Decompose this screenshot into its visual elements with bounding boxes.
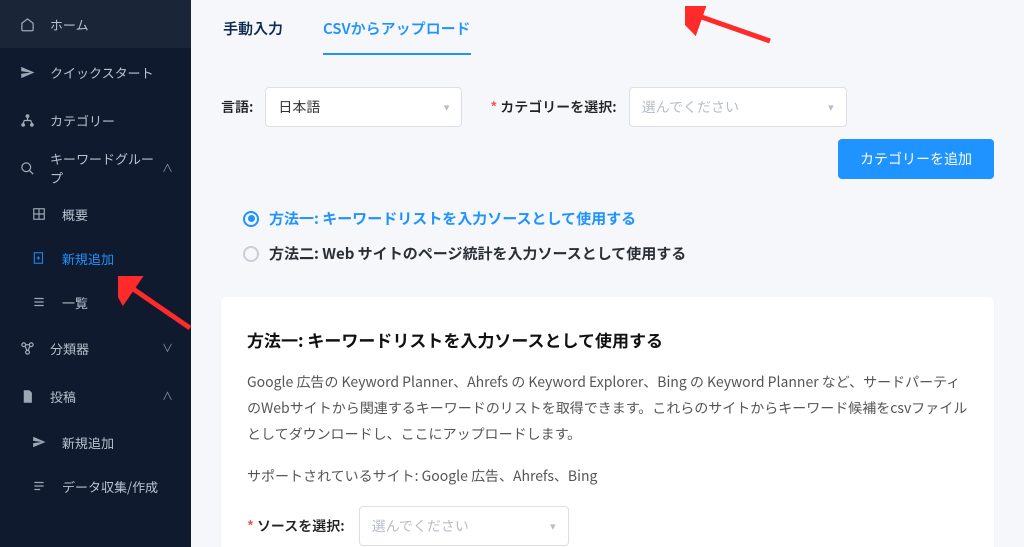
- language-select[interactable]: 日本語 ▾: [265, 87, 462, 127]
- sitemap-icon: [18, 113, 36, 128]
- sidebar-label-home: ホーム: [50, 15, 173, 34]
- sidebar-item-category[interactable]: カテゴリー: [0, 96, 191, 144]
- source-label: *ソースを選択:: [247, 516, 345, 536]
- radio-method-two[interactable]: 方法二: Web サイトのページ統計を入力ソースとして使用する: [243, 236, 972, 271]
- sidebar-label-quickstart: クイックスタート: [50, 63, 173, 82]
- source-select[interactable]: 選んでください ▾: [359, 506, 569, 546]
- sidebar-item-new[interactable]: 新規追加: [0, 236, 191, 280]
- sidebar-label-post-collect: データ収集/作成: [62, 477, 173, 496]
- chevron-up-icon: ∧: [162, 160, 173, 176]
- chevron-down-icon: ▾: [444, 99, 450, 115]
- paper-plane-icon: [30, 435, 48, 449]
- language-label: 言語:: [221, 97, 253, 117]
- sidebar-item-home[interactable]: ホーム: [0, 0, 191, 48]
- sidebar-item-keyword-group[interactable]: キーワードグループ ∧: [0, 144, 191, 192]
- sidebar-label-new: 新規追加: [62, 249, 173, 268]
- panel-supported: サポートされているサイト: Google 広告、Ahrefs、Bing: [247, 464, 968, 490]
- sidebar-item-post[interactable]: 投稿 ∧: [0, 372, 191, 420]
- category-label: *カテゴリーを選択:: [490, 97, 616, 117]
- home-icon: [18, 17, 36, 32]
- molecule-icon: [18, 341, 36, 356]
- source-placeholder: 選んでください: [372, 516, 469, 536]
- radio-method-one[interactable]: 方法一: キーワードリストを入力ソースとして使用する: [243, 201, 972, 236]
- sidebar-item-post-new[interactable]: 新規追加: [0, 420, 191, 464]
- panel-description: Google 広告の Keyword Planner、Ahrefs の Keyw…: [247, 370, 968, 448]
- annotation-arrow: [685, 6, 775, 46]
- plus-file-icon: [30, 251, 48, 265]
- sidebar-label-classifier: 分類器: [50, 339, 162, 358]
- chevron-up-icon: ∧: [162, 388, 173, 404]
- list-icon: [30, 295, 48, 309]
- sidebar-label-category: カテゴリー: [50, 111, 173, 130]
- sidebar-item-post-collect[interactable]: データ収集/作成: [0, 464, 191, 508]
- language-value: 日本語: [278, 97, 320, 117]
- sidebar-label-post-new: 新規追加: [62, 433, 173, 452]
- document-icon: [18, 389, 36, 404]
- sidebar-label-overview: 概要: [62, 205, 173, 224]
- lines-icon: [30, 479, 48, 493]
- category-select[interactable]: 選んでください ▾: [629, 87, 847, 127]
- category-placeholder: 選んでください: [642, 97, 739, 117]
- chevron-down-icon: ∨: [162, 340, 173, 356]
- search-icon: [18, 161, 36, 176]
- chevron-down-icon: ▾: [550, 518, 556, 534]
- sidebar-item-quickstart[interactable]: クイックスタート: [0, 48, 191, 96]
- sidebar-label-keyword-group: キーワードグループ: [50, 149, 162, 187]
- method-panel: 方法一: キーワードリストを入力ソースとして使用する Google 広告の Ke…: [221, 297, 994, 547]
- annotation-arrow: [118, 276, 198, 336]
- radio-selected-icon: [243, 211, 259, 227]
- chevron-down-icon: ▾: [828, 99, 834, 115]
- add-category-button[interactable]: カテゴリーを追加: [838, 139, 994, 179]
- paper-plane-icon: [18, 65, 36, 80]
- panel-title: 方法一: キーワードリストを入力ソースとして使用する: [247, 327, 968, 352]
- sidebar-item-overview[interactable]: 概要: [0, 192, 191, 236]
- radio-method-one-label: 方法一: キーワードリストを入力ソースとして使用する: [269, 208, 636, 229]
- sidebar-label-post: 投稿: [50, 387, 162, 406]
- tab-csv-upload[interactable]: CSVからアップロード: [323, 8, 471, 55]
- radio-unselected-icon: [243, 246, 259, 262]
- grid-icon: [30, 207, 48, 221]
- tab-manual-input[interactable]: 手動入力: [223, 8, 283, 55]
- radio-method-two-label: 方法二: Web サイトのページ統計を入力ソースとして使用する: [269, 243, 686, 264]
